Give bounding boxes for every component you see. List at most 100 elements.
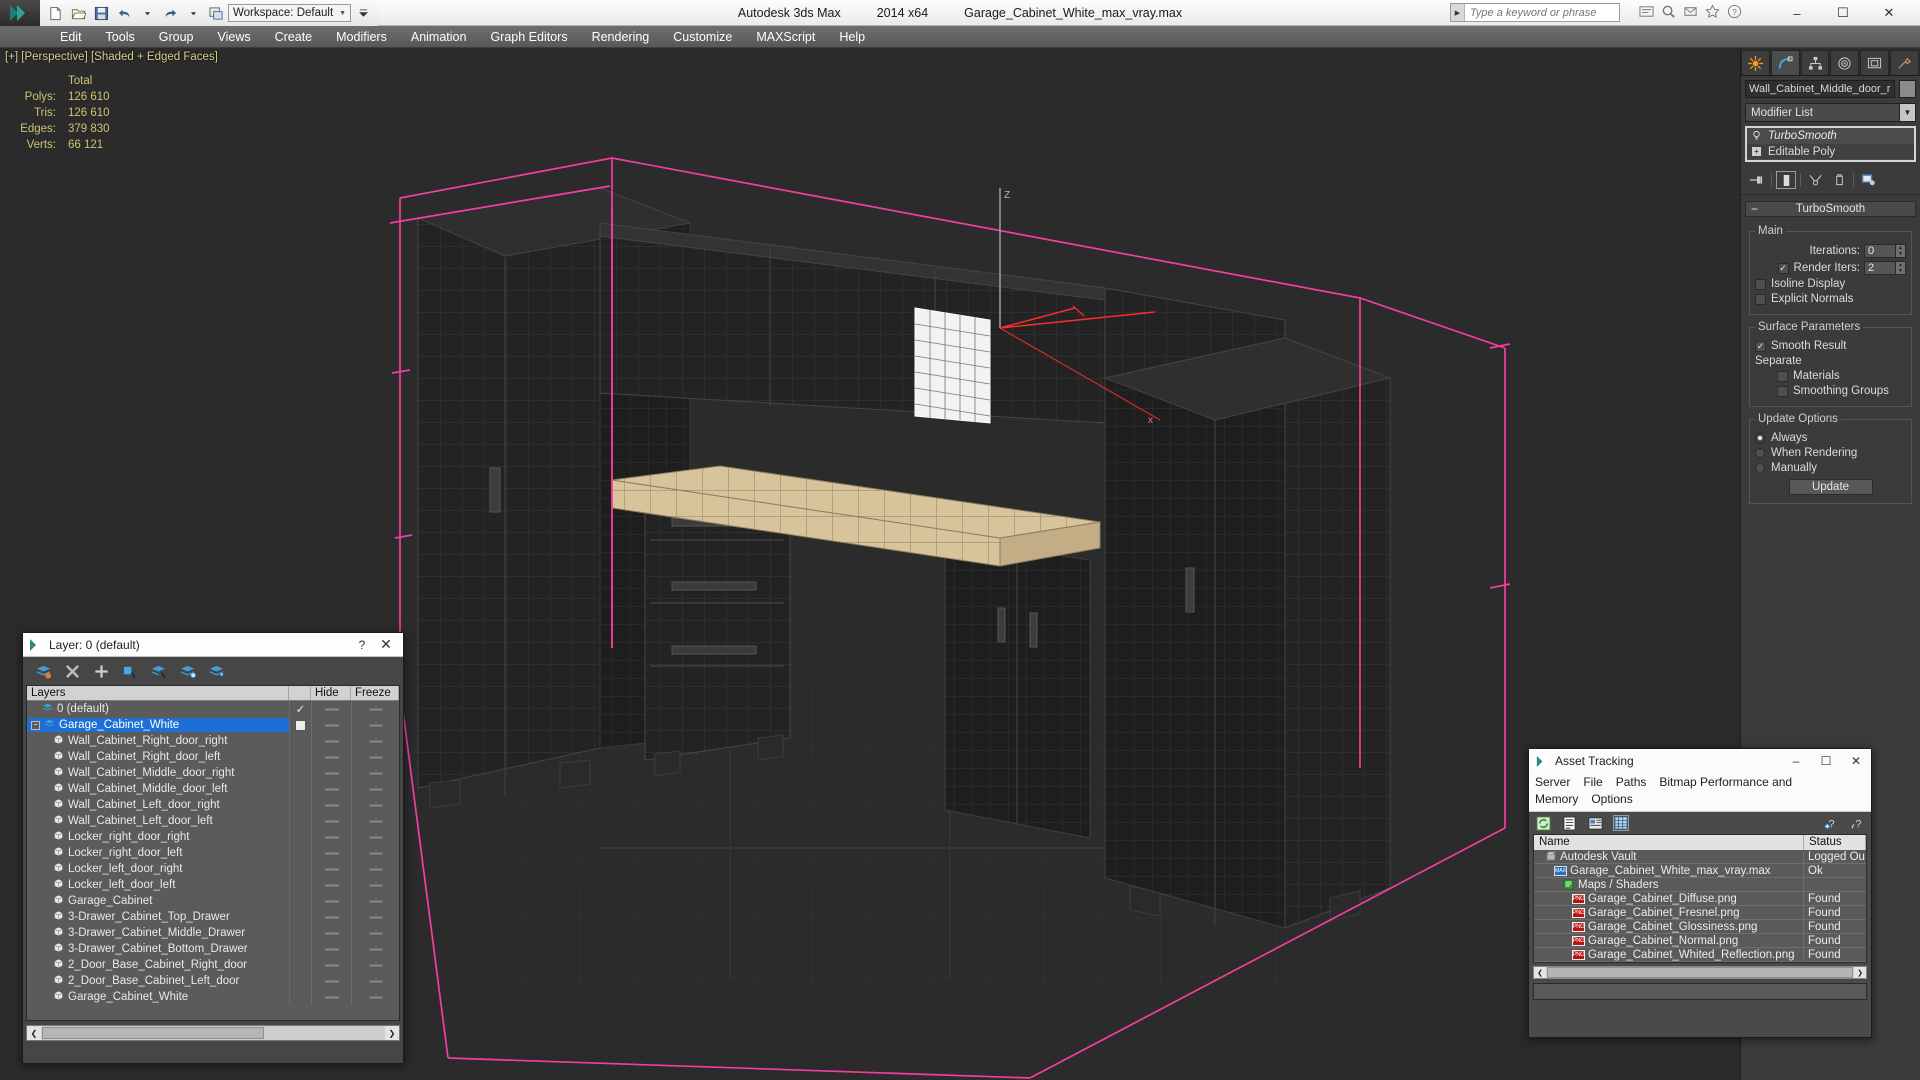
maximize-button[interactable]: ☐ — [1820, 0, 1866, 26]
communication-center-icon[interactable] — [1683, 4, 1698, 19]
layer-freeze-cell[interactable] — [351, 733, 399, 749]
isoline-display-row[interactable]: Isoline Display — [1755, 278, 1906, 290]
layer-name-cell[interactable]: Wall_Cabinet_Left_door_right — [27, 798, 289, 812]
hide-toggle[interactable] — [324, 803, 339, 807]
menu-item-graph-editors[interactable]: Graph Editors — [478, 26, 579, 48]
freeze-toggle[interactable] — [368, 995, 383, 999]
layer-properties-icon[interactable] — [209, 663, 226, 680]
menu-item-modifiers[interactable]: Modifiers — [324, 26, 399, 48]
layer-row[interactable]: 3-Drawer_Cabinet_Bottom_Drawer — [27, 941, 399, 957]
layer-freeze-cell[interactable] — [351, 781, 399, 797]
materials-row[interactable]: Materials — [1755, 370, 1906, 382]
object-color-swatch[interactable] — [1899, 80, 1916, 98]
materials-checkbox[interactable] — [1777, 370, 1788, 382]
layer-active-cell[interactable] — [289, 973, 311, 989]
layer-name-cell[interactable]: Wall_Cabinet_Right_door_left — [27, 750, 289, 764]
layer-table[interactable]: Layers Hide Freeze 0 (default) ✓ − Garage_C… — [26, 685, 400, 1021]
layer-name-cell[interactable]: 3-Drawer_Cabinet_Bottom_Drawer — [27, 942, 289, 956]
freeze-toggle[interactable] — [368, 771, 383, 775]
layer-name-cell[interactable]: Locker_right_door_right — [27, 830, 289, 844]
layer-rows[interactable]: 0 (default) ✓ − Garage_Cabinet_White Wall_Ca… — [27, 701, 399, 1020]
list-view-icon[interactable] — [1561, 815, 1577, 831]
layer-hide-cell[interactable] — [311, 733, 351, 749]
favorites-icon[interactable] — [1705, 4, 1720, 19]
layer-active-cell[interactable] — [289, 749, 311, 765]
layer-row[interactable]: Wall_Cabinet_Middle_door_right — [27, 765, 399, 781]
undo-icon[interactable] — [113, 2, 135, 24]
motion-tab[interactable] — [1830, 50, 1860, 75]
asset-name-cell[interactable]: PNG Garage_Cabinet_Fresnel.png — [1534, 906, 1804, 919]
layer-active-cell[interactable] — [289, 909, 311, 925]
iterations-input[interactable] — [1864, 244, 1896, 258]
layer-hide-cell[interactable] — [311, 717, 351, 733]
layer-freeze-cell[interactable] — [351, 973, 399, 989]
hide-unhide-layer-icon[interactable] — [180, 663, 197, 680]
freeze-toggle[interactable] — [368, 755, 383, 759]
layer-hide-cell[interactable] — [311, 957, 351, 973]
asset-row[interactable]: PNG Garage_Cabinet_Whited_Reflection.png F… — [1534, 948, 1866, 962]
add-selection-icon[interactable] — [93, 663, 110, 680]
freeze-toggle[interactable] — [368, 947, 383, 951]
layer-horizontal-scrollbar[interactable]: ❮ ❯ — [26, 1025, 400, 1041]
radio-button[interactable] — [1755, 463, 1765, 473]
layer-hide-cell[interactable] — [311, 765, 351, 781]
pin-stack-icon[interactable] — [1747, 171, 1767, 189]
freeze-toggle[interactable] — [368, 883, 383, 887]
layer-hide-cell[interactable] — [311, 973, 351, 989]
asset-name-cell[interactable]: MAX Garage_Cabinet_White_max_vray.max — [1534, 864, 1804, 877]
smoothing-groups-checkbox[interactable] — [1777, 385, 1788, 397]
asset-name-cell[interactable]: Autodesk Vault — [1534, 850, 1804, 863]
highlight-selected-objects-icon[interactable] — [151, 663, 168, 680]
scrollbar-thumb[interactable] — [42, 1027, 264, 1039]
layer-active-cell[interactable] — [289, 813, 311, 829]
chevron-down-icon[interactable]: ▼ — [1899, 104, 1915, 121]
scroll-left-icon[interactable]: ❮ — [27, 1026, 41, 1040]
hide-toggle[interactable] — [324, 995, 339, 999]
rollout-header[interactable]: − TurboSmooth — [1745, 201, 1916, 217]
utilities-tab[interactable] — [1890, 50, 1919, 75]
hide-toggle[interactable] — [324, 787, 339, 791]
freeze-toggle[interactable] — [368, 915, 383, 919]
collapse-expander[interactable]: − — [31, 720, 40, 730]
layer-row[interactable]: Wall_Cabinet_Left_door_right — [27, 797, 399, 813]
save-file-icon[interactable] — [90, 2, 112, 24]
freeze-toggle[interactable] — [368, 979, 383, 983]
layer-hide-cell[interactable] — [311, 861, 351, 877]
layer-row[interactable]: Wall_Cabinet_Middle_door_left — [27, 781, 399, 797]
show-end-result-icon[interactable] — [1776, 171, 1796, 189]
freeze-toggle[interactable] — [368, 787, 383, 791]
search-dropdown-icon[interactable]: ▶ — [1451, 4, 1465, 21]
render-iters-spinner[interactable]: ▲▼ — [1864, 261, 1906, 275]
qat-more-icon[interactable] — [352, 2, 374, 24]
scroll-left-icon[interactable]: ❮ — [1534, 967, 1546, 978]
layer-name-cell[interactable]: 3-Drawer_Cabinet_Top_Drawer — [27, 910, 289, 924]
menu-item-tools[interactable]: Tools — [94, 26, 147, 48]
modify-tab[interactable] — [1770, 50, 1800, 75]
asset-row[interactable]: Autodesk Vault Logged Ou — [1534, 850, 1866, 864]
delete-layer-icon[interactable] — [64, 663, 81, 680]
layer-name-cell[interactable]: 3-Drawer_Cabinet_Middle_Drawer — [27, 926, 289, 940]
layer-name-cell[interactable]: 2_Door_Base_Cabinet_Left_door — [27, 974, 289, 988]
layer-freeze-cell[interactable] — [351, 861, 399, 877]
asset-row[interactable]: PNG Garage_Cabinet_Glossiness.png Found — [1534, 920, 1866, 934]
hide-toggle[interactable] — [324, 883, 339, 887]
hide-toggle[interactable] — [324, 867, 339, 871]
asset-tracking-dialog[interactable]: Asset Tracking – ☐ ✕ Server File Paths Bitm… — [1528, 748, 1872, 1038]
freeze-toggle[interactable] — [368, 931, 383, 935]
chevron-down-icon[interactable]: ▼ — [339, 10, 346, 17]
modifier-list-dropdown[interactable]: Modifier List ▼ — [1745, 103, 1916, 122]
layer-dialog[interactable]: Layer: 0 (default) ? ✕ Layers Hide Freez… — [22, 632, 404, 1064]
layer-row[interactable]: 3-Drawer_Cabinet_Top_Drawer — [27, 909, 399, 925]
make-unique-icon[interactable] — [1805, 171, 1825, 189]
hierarchy-tab[interactable] — [1800, 50, 1830, 75]
help-icon[interactable]: ? — [1849, 815, 1865, 831]
layer-freeze-cell[interactable] — [351, 909, 399, 925]
asset-name-cell[interactable]: PNG Garage_Cabinet_Diffuse.png — [1534, 892, 1804, 905]
layer-row[interactable]: 3-Drawer_Cabinet_Middle_Drawer — [27, 925, 399, 941]
redo-icon[interactable] — [159, 2, 181, 24]
redo-dropdown-icon[interactable] — [182, 2, 204, 24]
layer-active-cell[interactable] — [289, 893, 311, 909]
freeze-toggle[interactable] — [368, 835, 383, 839]
layer-hide-cell[interactable] — [311, 989, 351, 1005]
object-name-field[interactable] — [1745, 80, 1895, 98]
